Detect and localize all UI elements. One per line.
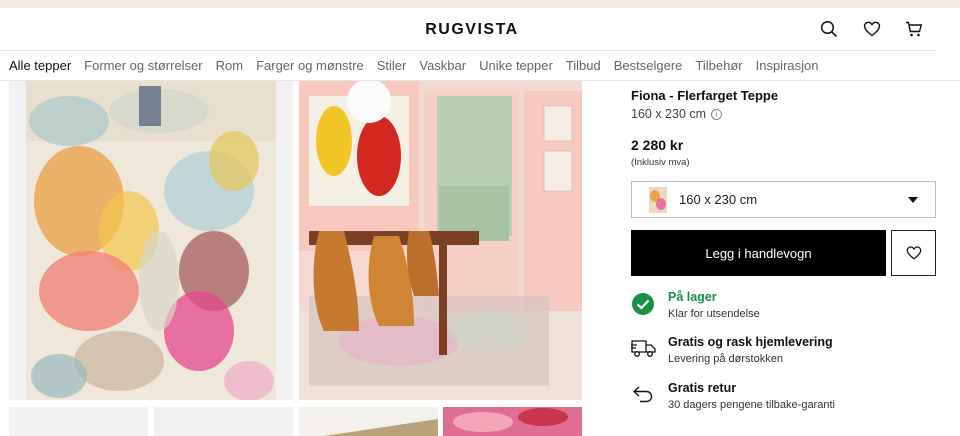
- feature-delivery-subtitle: Levering på dørstokken: [668, 353, 783, 365]
- nav-item-inspirasjon[interactable]: Inspirasjon: [756, 58, 819, 73]
- size-swatch: [649, 186, 667, 213]
- heart-icon: [906, 246, 921, 260]
- product-title: Fiona - Flerfarget Teppe: [631, 88, 779, 103]
- feature-return-subtitle: 30 dagers pengene tilbake-garanti: [668, 399, 835, 411]
- search-icon[interactable]: [820, 20, 838, 38]
- add-to-cart-button[interactable]: Legg i handlevogn: [631, 230, 886, 276]
- return-arrow-icon: [631, 383, 655, 405]
- promo-strip: [0, 0, 960, 8]
- size-select-value: 160 x 230 cm: [679, 192, 758, 207]
- thumbnail-2[interactable]: [154, 407, 293, 436]
- thumbnail-3[interactable]: [299, 407, 438, 436]
- nav-item-former[interactable]: Former og størrelser: [84, 58, 202, 73]
- product-image-room[interactable]: [299, 81, 582, 400]
- delivery-truck-icon: [631, 337, 656, 359]
- product-price: 2 280 kr: [631, 137, 684, 153]
- logo[interactable]: RUGVISTA: [0, 21, 944, 39]
- check-circle-icon: [631, 292, 655, 315]
- nav-item-farger[interactable]: Farger og mønstre: [256, 58, 364, 73]
- rating-stars: [869, 75, 931, 81]
- size-select[interactable]: 160 x 230 cm: [631, 181, 936, 218]
- wishlist-button[interactable]: [891, 230, 936, 276]
- vat-note: (Inklusiv mva): [631, 157, 690, 168]
- nav-item-vaskbar[interactable]: Vaskbar: [419, 58, 466, 73]
- product-image-main[interactable]: [9, 81, 293, 400]
- nav-item-stiler[interactable]: Stiler: [377, 58, 407, 73]
- nav-item-unike[interactable]: Unike tepper: [479, 58, 553, 73]
- nav-item-rom[interactable]: Rom: [216, 58, 243, 73]
- brand-label-cut: [631, 74, 641, 80]
- nav-item-bestselgere[interactable]: Bestselgere: [614, 58, 683, 73]
- chevron-down-icon: [908, 197, 918, 203]
- heart-icon[interactable]: [863, 20, 881, 38]
- nav-item-alle-tepper[interactable]: Alle tepper: [9, 58, 71, 73]
- product-size-text: 160 x 230 cm: [631, 107, 707, 121]
- product-size: 160 x 230 cm i: [631, 107, 723, 121]
- thumbnail-1[interactable]: [9, 407, 148, 436]
- feature-return-title: Gratis retur: [668, 381, 737, 395]
- cart-icon[interactable]: [905, 20, 923, 38]
- feature-stock-subtitle: Klar for utsendelse: [668, 308, 760, 320]
- nav-item-tilbehor[interactable]: Tilbehør: [695, 58, 742, 73]
- main-nav: Alle tepper Former og størrelser Rom Far…: [0, 50, 936, 80]
- thumbnail-4[interactable]: [443, 407, 582, 436]
- feature-stock-title: På lager: [668, 290, 717, 304]
- info-icon[interactable]: i: [711, 108, 723, 120]
- nav-item-tilbud[interactable]: Tilbud: [566, 58, 601, 73]
- site-header: RUGVISTA: [0, 8, 960, 50]
- feature-delivery-title: Gratis og rask hjemlevering: [668, 335, 833, 349]
